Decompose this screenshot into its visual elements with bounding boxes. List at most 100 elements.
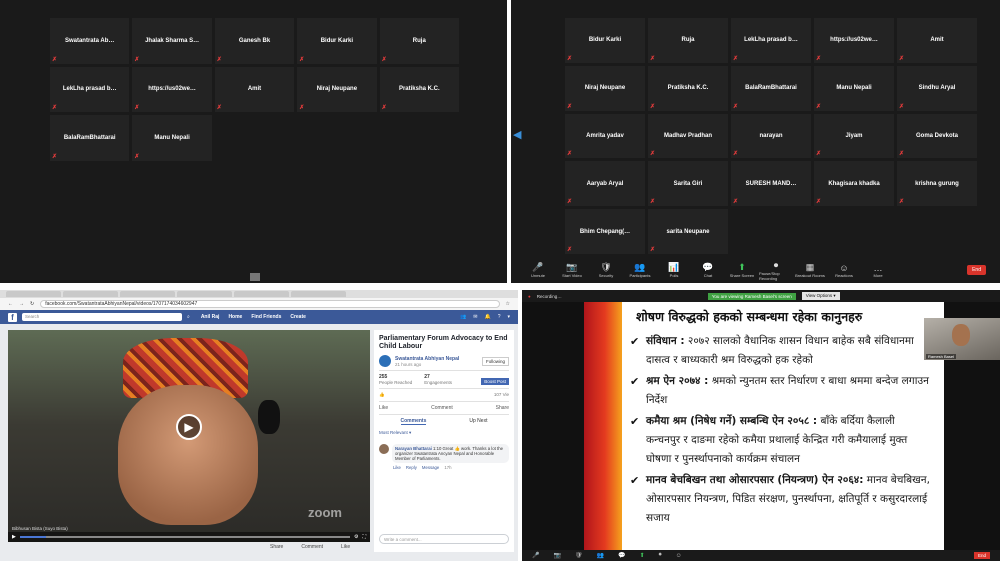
left-tile[interactable]: Niraj Neupane ✗ <box>297 66 377 113</box>
share-screen-icon[interactable]: ⬆ <box>640 552 645 559</box>
following-button[interactable]: Following <box>481 356 509 366</box>
right-tile[interactable]: Madhav Pradhan ✗ <box>648 113 728 159</box>
security-icon[interactable]: 🛡 <box>575 552 583 559</box>
toolbar-reactions-button[interactable]: ☺ Reactions <box>827 263 861 278</box>
browser-tabs[interactable] <box>0 290 518 298</box>
toolbar-polls-button[interactable]: 📊 Polls <box>657 262 691 278</box>
messenger-icon[interactable]: ✉ <box>473 314 477 320</box>
comment-like[interactable]: Like <box>393 465 401 470</box>
left-tile[interactable]: https://us02we… ✗ <box>132 66 212 113</box>
tab-up-next[interactable]: Up Next <box>469 418 487 425</box>
right-tile[interactable]: Khagisara khadka ✗ <box>814 161 894 207</box>
left-tile[interactable]: Amit ✗ <box>214 66 295 113</box>
comment-sort[interactable]: Most Relevant ▾ <box>379 430 509 436</box>
post-comment-button[interactable]: Comment <box>431 405 453 411</box>
left-tile[interactable]: LekLha prasad b… ✗ <box>50 66 130 113</box>
comment-reply[interactable]: Reply <box>406 465 417 470</box>
left-tile[interactable]: Manu Nepali ✗ <box>132 115 212 161</box>
grid-scroll-handle[interactable] <box>250 273 260 281</box>
reload-icon[interactable]: ↻ <box>30 301 34 307</box>
nav-home[interactable]: Home <box>228 314 242 320</box>
right-tile[interactable]: Goma Devkota ✗ <box>897 113 977 159</box>
toolbar-chat-button[interactable]: 💬 Chat <box>691 262 725 278</box>
forward-icon[interactable]: → <box>19 301 24 307</box>
right-tile[interactable]: Niraj Neupane ✗ <box>565 65 645 111</box>
right-tile[interactable]: narayan ✗ <box>731 113 811 159</box>
end-meeting-button[interactable]: End <box>967 265 986 275</box>
record-icon[interactable]: ⏺ <box>659 552 662 559</box>
fullscreen-icon[interactable]: ⛶ <box>362 534 366 540</box>
toolbar-share-screen-button[interactable]: ⬆ Share Screen <box>725 262 759 278</box>
right-tile[interactable]: Manu Nepali ✗ <box>814 65 894 111</box>
reactions-icon[interactable]: ☺ <box>676 553 682 559</box>
help-icon[interactable]: ? <box>498 314 501 320</box>
page-name[interactable]: Swatantrata Abhiyan Nepal <box>395 356 459 362</box>
share-button[interactable]: Share <box>270 544 283 550</box>
right-tile[interactable]: LekLha prasad b… ✗ <box>731 18 811 63</box>
right-tile[interactable]: Sarita Giri ✗ <box>648 161 728 207</box>
tab-comments[interactable]: Comments <box>400 418 427 425</box>
friends-icon[interactable]: 👥 <box>460 314 466 320</box>
right-tile[interactable]: Pratiksha K.C. ✗ <box>648 65 728 111</box>
toolbar-pause-stop-recording-button[interactable]: ⏺ Pause/Stop Recording <box>759 260 793 281</box>
play-icon[interactable]: ▶ <box>176 414 202 440</box>
toolbar-unmute-button[interactable]: 🎤 Unmute <box>521 262 555 278</box>
right-tile[interactable]: Bhim Chepang(… ✗ <box>565 209 645 254</box>
right-tile[interactable]: Bidur Karki ✗ <box>565 18 645 63</box>
right-tile[interactable]: Jiyam ✗ <box>814 113 894 159</box>
participants-icon[interactable]: 👥 <box>597 552 604 559</box>
notifications-icon[interactable]: 🔔 <box>484 314 490 320</box>
star-icon[interactable]: ☆ <box>506 301 510 307</box>
left-tile[interactable]: Pratiksha K.C. ✗ <box>379 66 459 113</box>
left-tile[interactable]: Ganesh Bk ✗ <box>214 18 295 64</box>
toolbar-participants-button[interactable]: 👥 Participants <box>623 262 657 278</box>
left-tile[interactable]: BalaRamBhattarai ✗ <box>50 115 130 161</box>
progress-bar[interactable] <box>19 536 350 538</box>
back-icon[interactable]: ← <box>8 301 13 307</box>
user-name[interactable]: Anil Raj <box>201 314 220 320</box>
left-tile[interactable]: Bidur Karki ✗ <box>297 18 377 64</box>
toolbar-more-button[interactable]: … More <box>861 263 895 278</box>
right-tile[interactable]: https://us02we… ✗ <box>814 18 894 63</box>
left-tile[interactable]: Swatantrata Ab… ✗ <box>50 18 130 64</box>
camera-icon[interactable]: 📷 <box>553 552 560 559</box>
right-tile[interactable]: sarita Neupane ✗ <box>648 209 728 254</box>
page-avatar[interactable] <box>379 355 391 367</box>
comment-input[interactable]: Write a comment... <box>379 534 509 544</box>
comment-button[interactable]: Comment <box>301 544 323 550</box>
chat-icon[interactable]: 💬 <box>618 552 625 559</box>
toolbar-breakout-rooms-button[interactable]: ▦ Breakout Rooms <box>793 262 827 278</box>
right-tile[interactable]: Aaryab Aryal ✗ <box>565 161 645 207</box>
mic-icon[interactable]: 🎤 <box>532 552 539 559</box>
avatar[interactable] <box>379 444 389 454</box>
post-share-button[interactable]: Share <box>496 405 509 411</box>
nav-find-friends[interactable]: Find Friends <box>251 314 281 320</box>
toolbar-start-video-button[interactable]: 📷 Start Video <box>555 262 589 278</box>
post-like-button[interactable]: Like <box>379 405 388 411</box>
nav-create[interactable]: Create <box>290 314 306 320</box>
right-tile[interactable]: Ruja ✗ <box>648 18 728 63</box>
right-tile[interactable]: Sindhu Aryal ✗ <box>897 65 977 111</box>
like-button[interactable]: Like <box>341 544 350 550</box>
settings-icon[interactable]: ⚙ <box>354 534 358 540</box>
right-tile[interactable]: SURESH MAND… ✗ <box>731 161 811 207</box>
search-input[interactable]: Search <box>22 313 182 321</box>
right-tile[interactable]: krishna gurung ✗ <box>897 161 977 207</box>
comment-message[interactable]: Message <box>422 465 439 470</box>
boost-post-button[interactable]: Boost Post <box>481 378 509 385</box>
right-tile[interactable]: Amrita yadav ✗ <box>565 113 645 159</box>
view-options-button[interactable]: View Options ▾ <box>801 292 840 300</box>
toolbar-security-button[interactable]: 🛡 Security <box>589 262 623 278</box>
video-player[interactable]: ▶ zoom Bibhusan Bista (Suyo Bista) ▶ ⚙ ⛶ <box>8 330 370 542</box>
left-tile[interactable]: Jhalak Sharma S… ✗ <box>132 18 212 64</box>
right-tile[interactable]: Amit ✗ <box>897 18 977 63</box>
facebook-logo-icon[interactable]: f <box>8 312 17 322</box>
right-tile[interactable]: BalaRamBhattarai ✗ <box>731 65 811 111</box>
prev-page-arrow-icon[interactable]: ◀ <box>513 128 521 141</box>
address-bar[interactable]: facebook.com/SwatantrataAbhiyanNepal/vid… <box>40 300 500 308</box>
end-button[interactable]: End <box>973 552 990 559</box>
play-small-icon[interactable]: ▶ <box>12 534 16 540</box>
left-tile[interactable]: Ruja ✗ <box>379 18 459 64</box>
search-icon[interactable]: ⌕ <box>187 314 190 320</box>
menu-icon[interactable]: ▾ <box>507 314 510 320</box>
